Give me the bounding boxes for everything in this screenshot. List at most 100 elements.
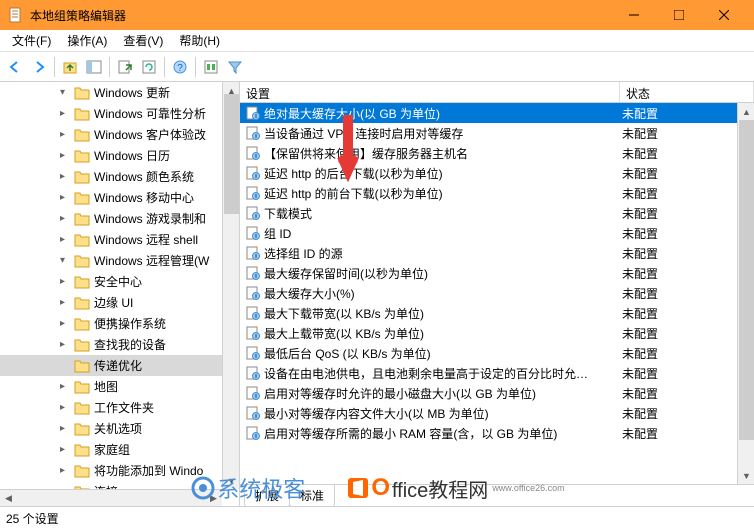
tree-expander-icon[interactable]: ▸ [60, 423, 72, 435]
tree-expander-icon[interactable]: ▾ [60, 87, 72, 99]
tab-standard[interactable]: 标准 [289, 485, 335, 507]
minimize-button[interactable] [611, 0, 656, 30]
list-row[interactable]: 组 ID未配置 [240, 223, 754, 243]
list-row[interactable]: 下载模式未配置 [240, 203, 754, 223]
list-cell-setting: 启用对等缓存时允许的最小磁盘大小(以 GB 为单位) [262, 385, 620, 402]
list-cell-setting: 最小对等缓存内容文件大小(以 MB 为单位) [262, 405, 620, 422]
tree-item[interactable]: ▸Windows 可靠性分析 [0, 103, 239, 124]
export-button[interactable] [114, 56, 136, 78]
tree-item[interactable]: ▸ 边缘 UI [0, 292, 239, 313]
list-row[interactable]: 【保留供将来使用】缓存服务器主机名未配置 [240, 143, 754, 163]
tree-item[interactable]: ▸便携操作系统 [0, 313, 239, 334]
list-cell-setting: 启用对等缓存所需的最小 RAM 容量(含，以 GB 为单位) [262, 425, 620, 442]
tree-expander-icon[interactable]: ▸ [60, 444, 72, 456]
tree-item[interactable]: ▸安全中心 [0, 271, 239, 292]
list-row[interactable]: 当设备通过 VPN 连接时启用对等缓存未配置 [240, 123, 754, 143]
up-button[interactable] [59, 56, 81, 78]
tree-expander-icon[interactable]: ▸ [60, 318, 72, 330]
tree-expander-icon[interactable]: ▸ [60, 381, 72, 393]
tab-extended[interactable]: 扩展 [244, 485, 290, 507]
help-button[interactable]: ? [169, 56, 191, 78]
list-body[interactable]: 绝对最大缓存大小(以 GB 为单位)未配置当设备通过 VPN 连接时启用对等缓存… [240, 103, 754, 484]
tree-expander-icon[interactable]: ▸ [60, 465, 72, 477]
tree-item[interactable]: ▸Windows 客户体验改 [0, 124, 239, 145]
list-row[interactable]: 启用对等缓存时允许的最小磁盘大小(以 GB 为单位)未配置 [240, 383, 754, 403]
maximize-button[interactable] [656, 0, 701, 30]
refresh-button[interactable] [138, 56, 160, 78]
tree-expander-icon[interactable]: ▸ [60, 213, 72, 225]
column-header-setting[interactable]: 设置 [240, 82, 620, 102]
scroll-down-arrow[interactable]: ▼ [223, 472, 240, 489]
forward-button[interactable] [28, 56, 50, 78]
filter-button[interactable] [224, 56, 246, 78]
list-cell-state: 未配置 [620, 265, 754, 282]
toolbar-separator [109, 57, 110, 77]
list-cell-setting: 延迟 http 的前台下载(以秒为单位) [262, 185, 620, 202]
close-button[interactable] [701, 0, 746, 30]
scroll-thumb[interactable] [739, 120, 754, 440]
tree-expander-icon[interactable]: ▸ [60, 339, 72, 351]
list-row[interactable]: 延迟 http 的前台下载(以秒为单位)未配置 [240, 183, 754, 203]
menu-view[interactable]: 查看(V) [115, 30, 171, 51]
show-hide-tree-button[interactable] [83, 56, 105, 78]
tree-item[interactable]: ▸Windows 日历 [0, 145, 239, 166]
list-row[interactable]: 绝对最大缓存大小(以 GB 为单位)未配置 [240, 103, 754, 123]
tree-expander-icon[interactable]: ▸ [60, 192, 72, 204]
list-row[interactable]: 选择组 ID 的源未配置 [240, 243, 754, 263]
list-scrollbar-vertical[interactable]: ▲ ▼ [737, 103, 754, 484]
tree-expander-icon[interactable]: ▸ [60, 276, 72, 288]
column-header-state[interactable]: 状态 [620, 82, 754, 102]
tree-item[interactable]: ▸家庭组 [0, 439, 239, 460]
list-row[interactable]: 最大下载带宽(以 KB/s 为单位)未配置 [240, 303, 754, 323]
tree-item-label: 传递优化 [94, 357, 142, 374]
tree-expander-icon[interactable]: ▸ [60, 108, 72, 120]
scroll-right-arrow[interactable]: ▶ [205, 490, 222, 506]
tree-item[interactable]: ▾Windows 远程管理(W [0, 250, 239, 271]
menu-help[interactable]: 帮助(H) [171, 30, 228, 51]
tree-expander-icon[interactable]: ▸ [60, 129, 72, 141]
tree-item[interactable]: ▸Windows 游戏录制和 [0, 208, 239, 229]
tree-expander-icon[interactable]: ▸ [60, 171, 72, 183]
back-button[interactable] [4, 56, 26, 78]
all-settings-button[interactable] [200, 56, 222, 78]
menu-action[interactable]: 操作(A) [59, 30, 115, 51]
scroll-left-arrow[interactable]: ◀ [0, 490, 17, 506]
tree-expander-icon[interactable]: ▾ [60, 255, 72, 267]
list-row[interactable]: 最大缓存大小(%)未配置 [240, 283, 754, 303]
setting-icon [244, 146, 262, 160]
tree-item-label: 边缘 UI [94, 294, 133, 311]
tree-scrollbar-horizontal[interactable]: ◀ ▶ [0, 489, 222, 506]
list-row[interactable]: 设备在由电池供电，且电池剩余电量高于设定的百分比时允…未配置 [240, 363, 754, 383]
tree-item[interactable]: ▸关机选项 [0, 418, 239, 439]
tree-expander-icon[interactable]: ▸ [60, 297, 72, 309]
list-row[interactable]: 最大缓存保留时间(以秒为单位)未配置 [240, 263, 754, 283]
tree-expander-icon[interactable]: ▸ [60, 234, 72, 246]
menu-file[interactable]: 文件(F) [4, 30, 59, 51]
list-row[interactable]: 启用对等缓存所需的最小 RAM 容量(含，以 GB 为单位)未配置 [240, 423, 754, 443]
tree-item[interactable]: ▸地图 [0, 376, 239, 397]
bottom-tabs: 扩展 标准 [240, 484, 754, 506]
tree-item[interactable]: ▸工作文件夹 [0, 397, 239, 418]
list-row[interactable]: 延迟 http 的后台下载(以秒为单位)未配置 [240, 163, 754, 183]
setting-icon [244, 206, 262, 220]
tree-expander-icon[interactable]: ▸ [60, 402, 72, 414]
tree-expander-icon[interactable] [60, 360, 72, 372]
tree-item[interactable]: ▸Windows 颜色系统 [0, 166, 239, 187]
tree-scrollbar-vertical[interactable]: ▲ ▼ [222, 82, 239, 489]
tree-item[interactable]: ▸将功能添加到 Windo [0, 460, 239, 481]
list-row[interactable]: 最低后台 QoS (以 KB/s 为单位)未配置 [240, 343, 754, 363]
tree-item[interactable]: ▾Windows 更新 [0, 82, 239, 103]
list-row[interactable]: 最大上载带宽(以 KB/s 为单位)未配置 [240, 323, 754, 343]
main-area: ▾Windows 更新▸Windows 可靠性分析▸Windows 客户体验改▸… [0, 82, 754, 506]
tree-item[interactable]: 传递优化 [0, 355, 239, 376]
tree-item[interactable]: ▸Windows 远程 shell [0, 229, 239, 250]
tree-container[interactable]: ▾Windows 更新▸Windows 可靠性分析▸Windows 客户体验改▸… [0, 82, 239, 506]
scroll-up-arrow[interactable]: ▲ [738, 103, 754, 120]
list-row[interactable]: 最小对等缓存内容文件大小(以 MB 为单位)未配置 [240, 403, 754, 423]
tree-item[interactable]: ▸Windows 移动中心 [0, 187, 239, 208]
scroll-down-arrow[interactable]: ▼ [738, 467, 754, 484]
scroll-thumb[interactable] [224, 94, 239, 214]
toolbar-separator [54, 57, 55, 77]
tree-expander-icon[interactable]: ▸ [60, 150, 72, 162]
tree-item[interactable]: ▸查找我的设备 [0, 334, 239, 355]
